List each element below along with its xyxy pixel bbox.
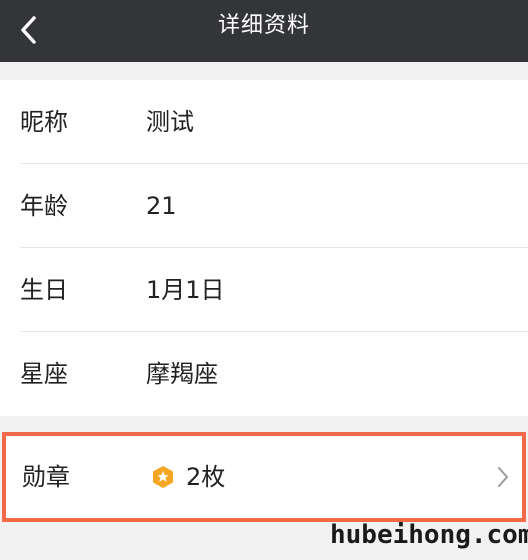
nickname-label: 昵称 — [20, 108, 68, 136]
chevron-right-icon — [498, 467, 508, 487]
medal-count: 2枚 — [186, 463, 226, 491]
birthday-value: 1月1日 — [146, 276, 225, 304]
birthday-row: 生日 1月1日 — [0, 248, 528, 332]
watermark-text: hubeihong.com — [330, 520, 528, 550]
page-title: 详细资料 — [217, 13, 310, 38]
zodiac-label: 星座 — [20, 360, 68, 388]
medal-row[interactable]: 勋章 2枚 — [6, 436, 522, 518]
age-label: 年龄 — [20, 192, 68, 220]
age-row: 年龄 21 — [0, 164, 528, 248]
medal-highlight-box: 勋章 2枚 — [2, 432, 526, 522]
profile-info-card: 昵称 测试 年龄 21 生日 1月1日 星座 摩羯座 — [0, 80, 528, 416]
birthday-label: 生日 — [20, 276, 68, 304]
medal-label: 勋章 — [22, 463, 70, 491]
nickname-row: 昵称 测试 — [0, 80, 528, 164]
nickname-value: 测试 — [146, 108, 194, 136]
zodiac-value: 摩羯座 — [146, 360, 218, 388]
title-bar: 详细资料 — [0, 0, 528, 62]
age-value: 21 — [146, 192, 177, 220]
medal-icon — [153, 466, 173, 488]
zodiac-row: 星座 摩羯座 — [0, 332, 528, 416]
